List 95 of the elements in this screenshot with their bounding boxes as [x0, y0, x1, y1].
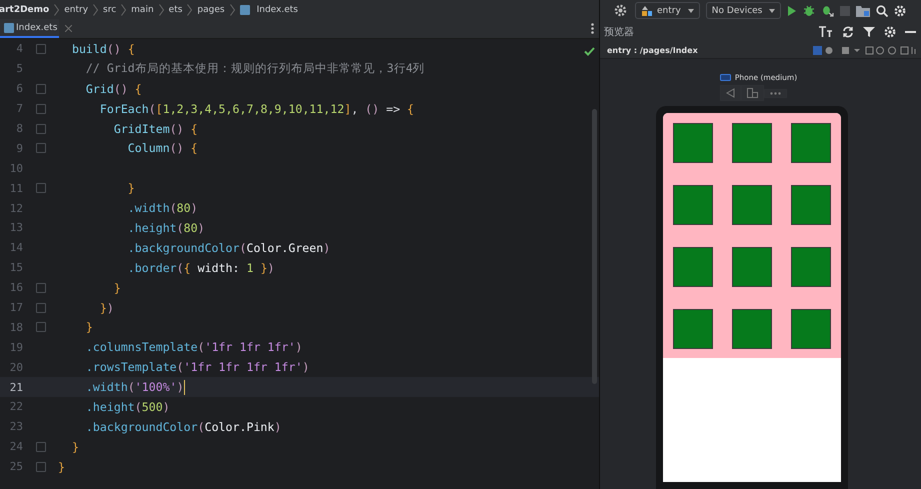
code-line: } — [112, 280, 121, 295]
settings-icon[interactable] — [884, 26, 896, 38]
phone-icon — [720, 74, 731, 81]
fold-marker-icon[interactable] — [36, 282, 46, 293]
line-number: 7 — [15, 102, 23, 116]
module-dropdown[interactable]: entry — [635, 2, 700, 19]
fold-marker-icon[interactable] — [36, 143, 46, 154]
page-path: entry : /pages/Index — [607, 46, 698, 54]
settings-icon[interactable] — [894, 4, 906, 16]
line-number: 19 — [8, 340, 23, 354]
code-line: // Grid布局的基本使用：规则的行列布局中非常常见，3行4列 — [84, 61, 425, 76]
fold-marker-icon[interactable] — [36, 84, 46, 94]
line-number: 6 — [15, 82, 23, 96]
line-number: 23 — [8, 420, 23, 434]
breadcrumb-item[interactable]: src — [103, 4, 116, 14]
refresh-icon[interactable] — [842, 26, 854, 38]
font-size-icon[interactable] — [819, 26, 833, 37]
code-line: .backgroundColor(Color.Green) — [126, 240, 330, 255]
fold-marker-icon[interactable] — [36, 322, 46, 332]
line-number: 11 — [8, 182, 23, 195]
close-icon[interactable] — [65, 25, 72, 32]
run-icon[interactable] — [787, 4, 798, 16]
code-line: .rowsTemplate('1fr 1fr 1fr 1fr') — [84, 360, 310, 374]
search-icon[interactable] — [876, 4, 888, 16]
code-line: .backgroundColor(Color.Pink) — [84, 420, 282, 434]
scrollbar[interactable] — [592, 109, 597, 384]
code-line: .columnsTemplate('1fr 1fr 1fr') — [84, 340, 302, 354]
fold-marker-icon[interactable] — [36, 104, 46, 114]
fold-marker-icon[interactable] — [36, 124, 46, 134]
line-number: 22 — [8, 400, 23, 414]
breadcrumb-item[interactable]: pages — [197, 4, 225, 14]
code-line: } — [70, 440, 79, 454]
folder-icon[interactable] — [856, 4, 870, 16]
line-number: 12 — [8, 202, 23, 215]
code-line: } — [126, 181, 135, 196]
line-number: 16 — [8, 281, 23, 294]
line-number: 8 — [15, 122, 23, 135]
code-line: .width('100%') — [84, 380, 186, 395]
more-icon[interactable] — [764, 88, 787, 98]
line-number: 24 — [8, 440, 23, 454]
line-number: 25 — [8, 460, 23, 474]
fold-marker-icon[interactable] — [36, 442, 46, 452]
code-line: Grid() { — [84, 82, 142, 96]
line-number: 20 — [8, 360, 23, 374]
file-icon — [240, 4, 250, 14]
fold-marker-icon[interactable] — [36, 462, 46, 472]
line-number: 17 — [8, 301, 23, 314]
line-number: 14 — [8, 241, 23, 254]
more-options-icon[interactable] — [591, 23, 594, 34]
line-number: 5 — [15, 62, 23, 76]
line-number: 18 — [8, 320, 23, 334]
bug-icon[interactable] — [803, 4, 816, 17]
device-dropdown[interactable]: No Devices — [706, 2, 782, 19]
line-number: 13 — [8, 221, 23, 234]
previewer-title: 预览器 — [604, 26, 634, 38]
code-line: build() { — [70, 42, 135, 56]
fold-marker-icon[interactable] — [36, 44, 46, 54]
line-number: 15 — [8, 261, 23, 274]
code-line: } — [58, 460, 65, 474]
settings-icon[interactable] — [614, 4, 627, 17]
check-icon — [584, 47, 595, 56]
chevron-icon — [121, 4, 126, 16]
file-tab[interactable]: Index.ets — [0, 19, 60, 38]
code-line: GridItem() { — [112, 122, 198, 136]
breadcrumb-item[interactable]: Index.ets — [256, 4, 298, 14]
minimize-icon[interactable] — [905, 30, 916, 32]
code-line: .border({ width: 1 }) — [126, 260, 274, 275]
breadcrumb-item[interactable]: entry — [64, 4, 88, 14]
line-number: 4 — [15, 42, 23, 56]
code-line: } — [84, 320, 93, 334]
module-icon — [641, 4, 653, 16]
breadcrumb-item[interactable]: ets — [168, 4, 182, 14]
chevron-icon — [54, 4, 60, 16]
fold-marker-icon[interactable] — [36, 302, 46, 313]
code-line: .height(500) — [84, 400, 170, 414]
line-number: 9 — [15, 142, 23, 155]
bug-arrow-icon[interactable] — [821, 4, 834, 17]
filter-icon[interactable] — [863, 26, 875, 38]
text-cursor — [184, 380, 186, 395]
code-line: ForEach([1,2,3,4,5,6,7,8,9,10,11,12], () => { — [98, 102, 414, 116]
chevron-icon — [93, 4, 98, 16]
chevron-icon — [158, 4, 164, 16]
stop-icon[interactable] — [840, 6, 850, 16]
code-line: }) — [98, 300, 114, 315]
code-line: Column() { — [126, 141, 198, 156]
chevron-icon — [230, 4, 235, 16]
fold-marker-icon[interactable] — [36, 183, 46, 194]
code-line: .height(80) — [126, 220, 205, 235]
chevron-icon — [187, 4, 192, 16]
back-icon[interactable] — [720, 85, 741, 101]
preview-tools-icon[interactable] — [813, 46, 917, 54]
line-number: 10 — [8, 162, 23, 175]
code-line: .width(80) — [126, 201, 198, 216]
line-number: 21 — [8, 380, 23, 394]
breadcrumb-item[interactable]: main — [131, 4, 154, 14]
